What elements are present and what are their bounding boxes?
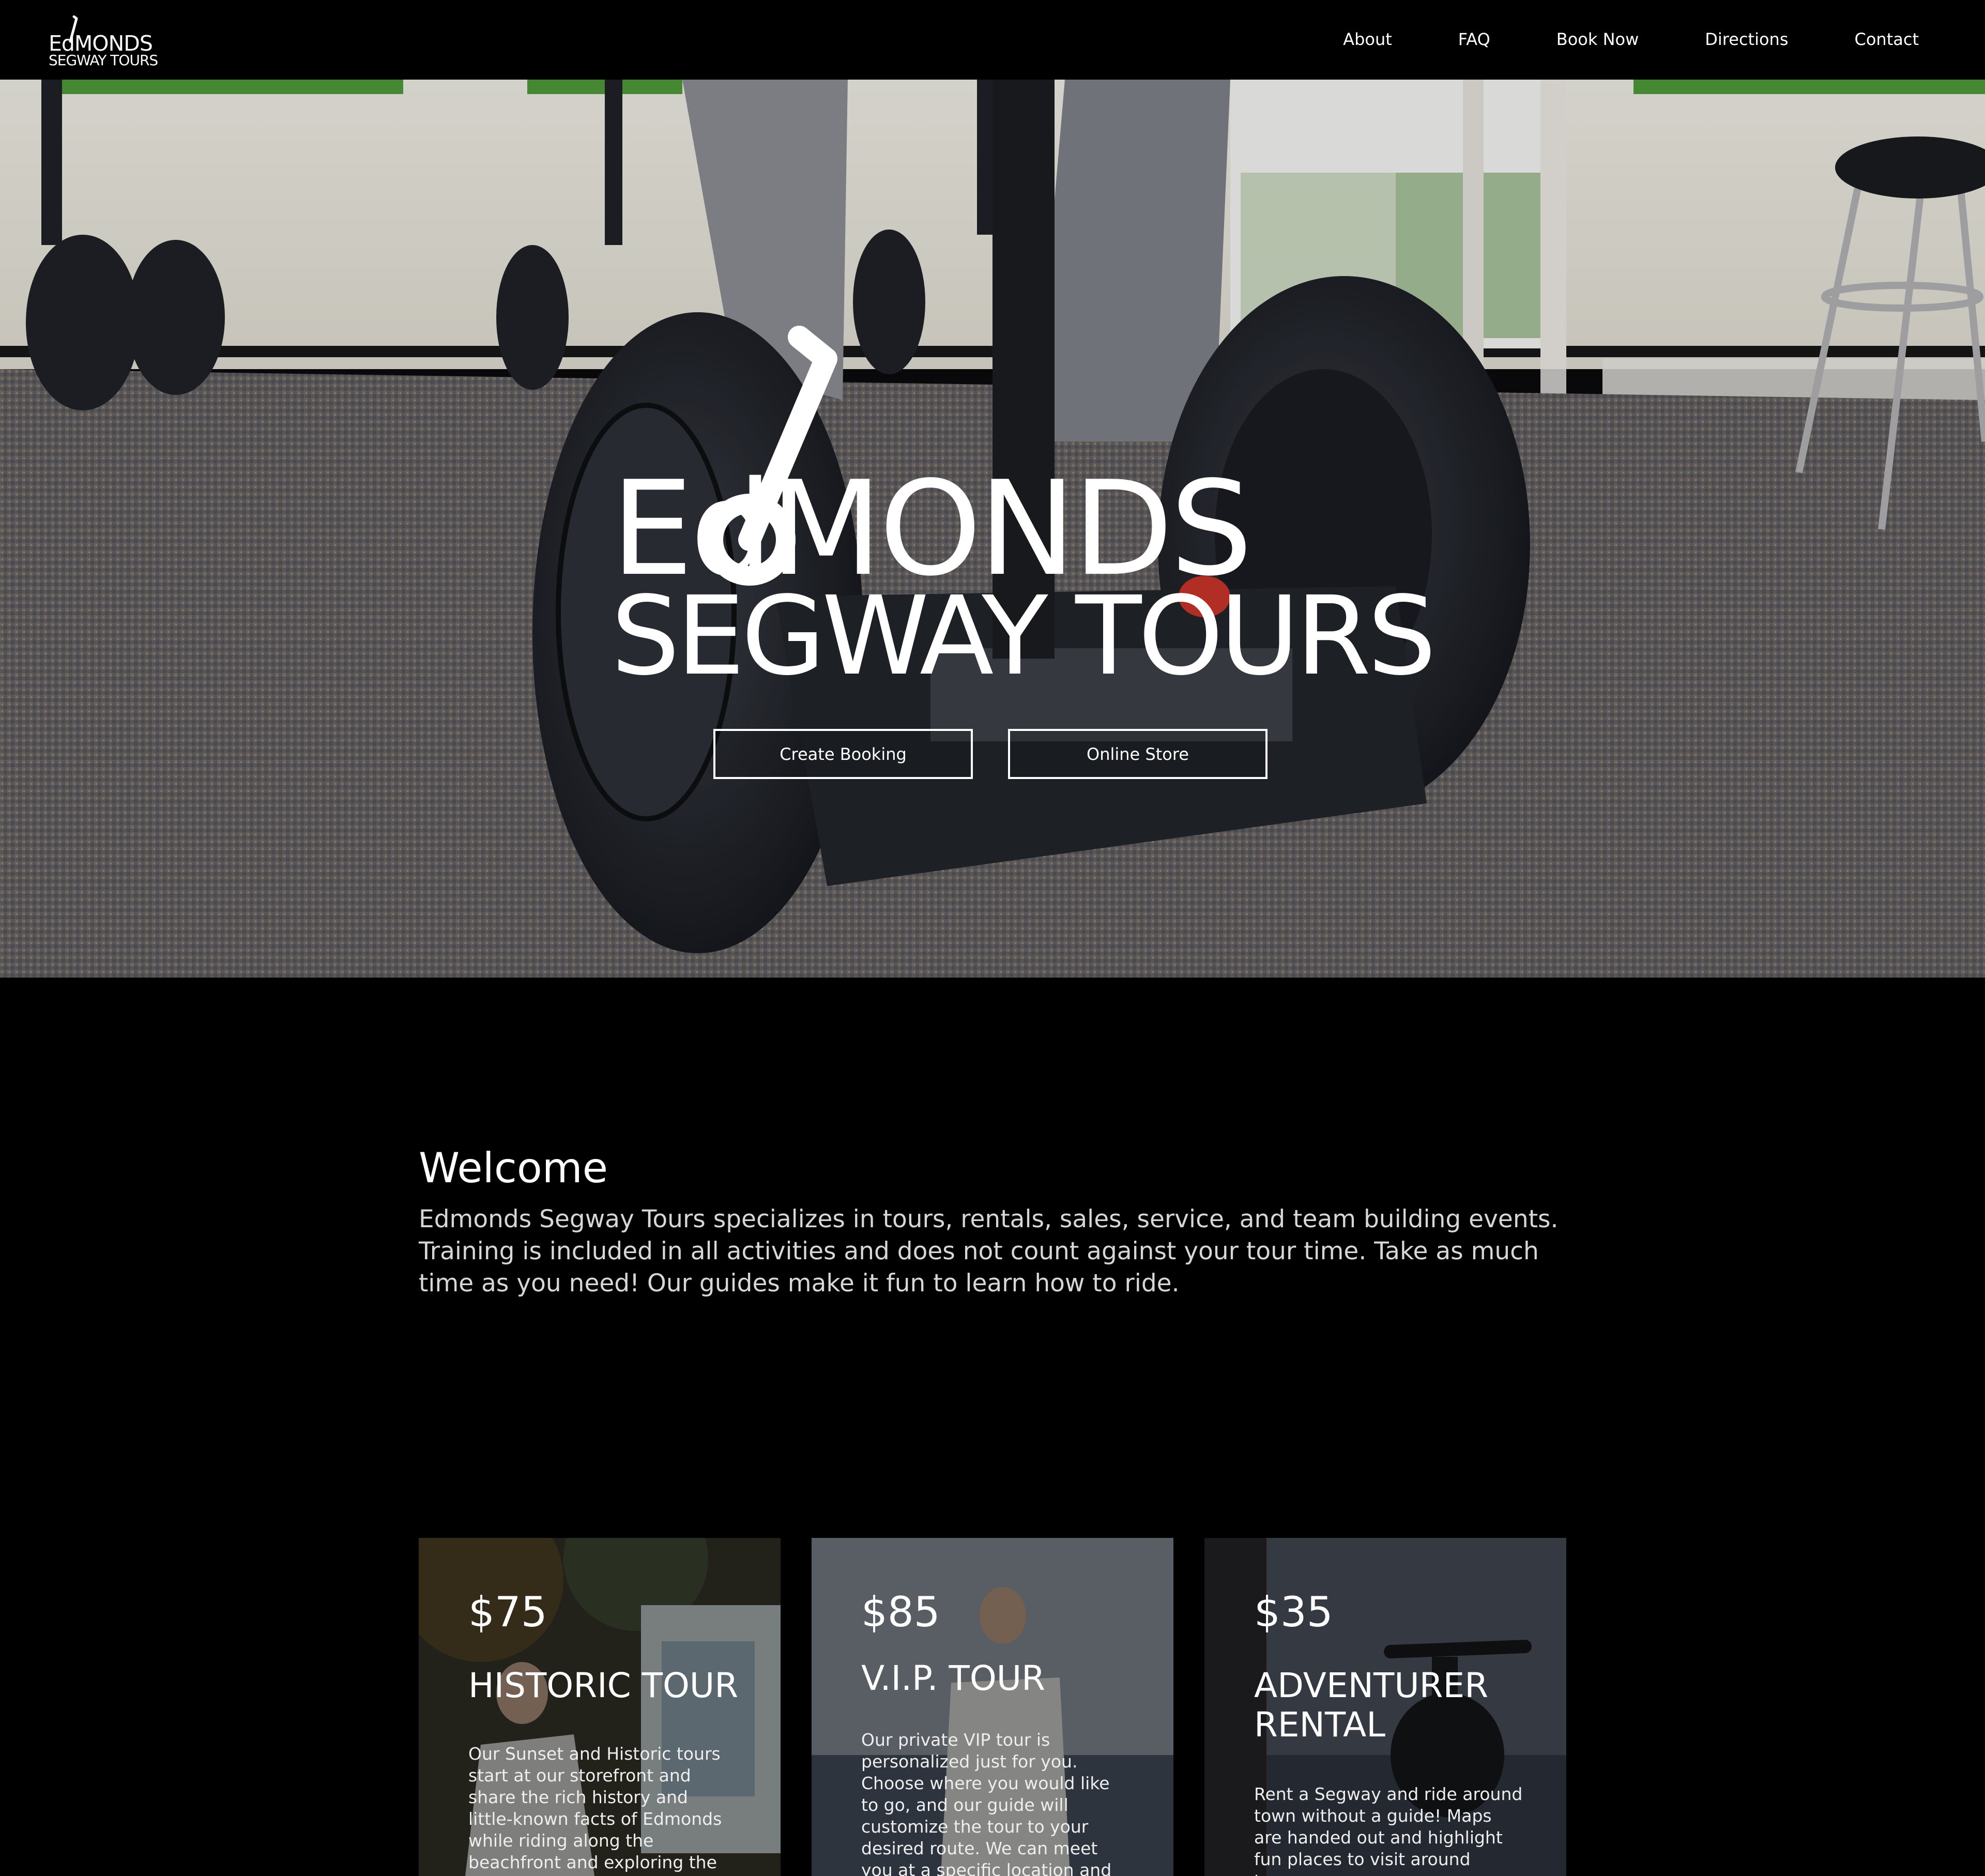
nav-directions[interactable]: Directions xyxy=(1705,25,1788,54)
nav-book-now[interactable]: Book Now xyxy=(1556,25,1639,54)
nav-links: About FAQ Book Now Directions Contact xyxy=(1343,25,1919,54)
card-title: HISTORIC TOUR xyxy=(468,1666,739,1705)
logo-line2: SEGWAY TOURS xyxy=(49,52,158,69)
nav-about[interactable]: About xyxy=(1343,25,1392,54)
card-description: Our private VIP tour is personalized jus… xyxy=(861,1730,1112,1876)
card-title: V.I.P. TOUR xyxy=(861,1658,1045,1698)
nav-faq[interactable]: FAQ xyxy=(1458,25,1490,54)
site-logo[interactable]: EdMONDS SEGWAY TOURS xyxy=(49,16,158,69)
card-description: Rent a Segway and ride around town witho… xyxy=(1254,1784,1523,1876)
card-description: Our Sunset and Historic tours start at o… xyxy=(468,1744,722,1876)
card-title: ADVENTURER RENTAL xyxy=(1254,1666,1489,1745)
hero-title-line2: SEGWAY TOURS xyxy=(611,573,1437,699)
welcome-text: Edmonds Segway Tours specializes in tour… xyxy=(419,1205,1559,1298)
welcome-heading: Welcome xyxy=(419,1144,608,1192)
online-store-button[interactable]: Online Store xyxy=(1008,729,1268,779)
nav-contact[interactable]: Contact xyxy=(1855,25,1919,54)
adventurer-rental-card[interactable]: $35 ADVENTURER RENTAL Rent a Segway and … xyxy=(1204,1538,1566,1876)
vip-tour-card[interactable]: $85 V.I.P. TOUR Our private VIP tour is … xyxy=(812,1538,1173,1876)
hero-section: EdMONDS SEGWAY TOURS Create Booking Onli… xyxy=(0,80,1985,978)
card-price: $35 xyxy=(1254,1588,1333,1636)
welcome-section: Welcome Edmonds Segway Tours specializes… xyxy=(419,1137,1566,1300)
card-price: $85 xyxy=(861,1588,940,1636)
top-navbar: EdMONDS SEGWAY TOURS About FAQ Book Now … xyxy=(0,0,1985,80)
create-booking-button[interactable]: Create Booking xyxy=(713,729,973,779)
historic-tour-card[interactable]: $75 HISTORIC TOUR Our Sunset and Histori… xyxy=(419,1538,781,1876)
card-price: $75 xyxy=(468,1588,547,1636)
